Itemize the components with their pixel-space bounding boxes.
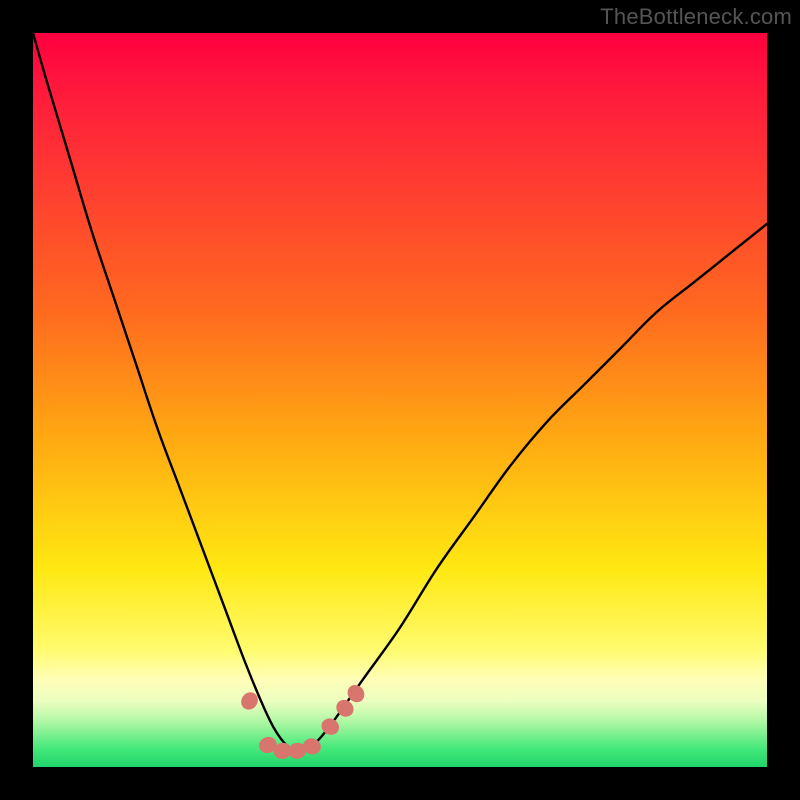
bottom-points xyxy=(238,682,368,761)
marker-layer xyxy=(33,33,767,767)
chart-container: TheBottleneck.com xyxy=(0,0,800,800)
marker-dot xyxy=(319,715,342,737)
marker-dot xyxy=(238,689,261,713)
watermark-text: TheBottleneck.com xyxy=(600,4,792,30)
plot-area xyxy=(33,33,767,767)
